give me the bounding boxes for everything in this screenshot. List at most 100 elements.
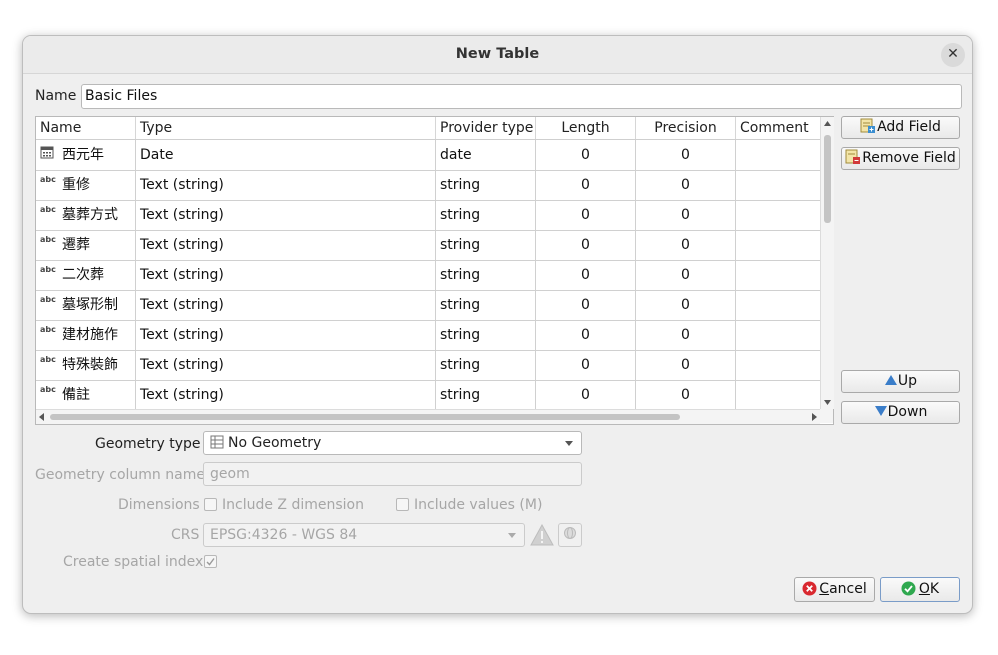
header-type[interactable]: Type [136, 117, 436, 139]
svg-text:abc: abc [40, 175, 56, 184]
cell-precision[interactable]: 0 [636, 200, 736, 230]
cell-comment[interactable] [736, 200, 820, 230]
globe-icon [564, 527, 576, 539]
cell-name[interactable]: abc 墓塚形制 [36, 290, 136, 320]
cell-provider-type[interactable]: string [436, 290, 536, 320]
text-field-icon: abc [40, 230, 58, 260]
crs-select-button[interactable] [558, 523, 582, 547]
cell-comment[interactable] [736, 320, 820, 350]
table-row[interactable]: abc 重修 Text (string) string 0 0 [36, 170, 820, 201]
cell-precision[interactable]: 0 [636, 230, 736, 260]
cell-length[interactable]: 0 [536, 350, 636, 380]
geometry-column-label: Geometry column name [35, 467, 205, 483]
close-button[interactable]: ✕ [941, 43, 965, 67]
arrow-down-icon [874, 406, 887, 416]
move-down-button[interactable]: Down [841, 401, 960, 424]
table-row[interactable]: abc 二次葬 Text (string) string 0 0 [36, 260, 820, 291]
svg-text:abc: abc [40, 265, 56, 274]
cell-name[interactable]: abc 二次葬 [36, 260, 136, 290]
cell-comment[interactable] [736, 230, 820, 260]
cell-type[interactable]: Text (string) [136, 290, 436, 320]
table-row[interactable]: abc 墓葬方式 Text (string) string 0 0 [36, 200, 820, 231]
cell-name[interactable]: 西元年 [36, 140, 136, 170]
header-length[interactable]: Length [536, 117, 636, 139]
crs-combo[interactable]: EPSG:4326 - WGS 84 [203, 523, 525, 547]
cell-length[interactable]: 0 [536, 320, 636, 350]
cell-comment[interactable] [736, 140, 820, 170]
cell-provider-type[interactable]: string [436, 230, 536, 260]
cell-name[interactable]: abc 墓葬方式 [36, 200, 136, 230]
cell-length[interactable]: 0 [536, 380, 636, 410]
cell-precision[interactable]: 0 [636, 320, 736, 350]
cell-type[interactable]: Text (string) [136, 200, 436, 230]
down-label: Down [887, 404, 928, 420]
table-row[interactable]: abc 遷葬 Text (string) string 0 0 [36, 230, 820, 261]
cell-precision[interactable]: 0 [636, 290, 736, 320]
cell-comment[interactable] [736, 350, 820, 380]
svg-text:abc: abc [40, 205, 56, 214]
arrow-up-icon [884, 375, 897, 385]
cell-precision[interactable]: 0 [636, 260, 736, 290]
cell-comment[interactable] [736, 260, 820, 290]
cell-name[interactable]: abc 遷葬 [36, 230, 136, 260]
spatial-index-checkbox[interactable] [204, 555, 217, 568]
header-precision[interactable]: Precision [636, 117, 736, 139]
cell-provider-type[interactable]: string [436, 200, 536, 230]
cell-type[interactable]: Text (string) [136, 230, 436, 260]
cell-type[interactable]: Text (string) [136, 350, 436, 380]
table-row[interactable]: abc 特殊裝飾 Text (string) string 0 0 [36, 350, 820, 381]
cell-type[interactable]: Date [136, 140, 436, 170]
cell-name[interactable]: abc 特殊裝飾 [36, 350, 136, 380]
cell-name[interactable]: abc 重修 [36, 170, 136, 200]
cell-provider-type[interactable]: string [436, 350, 536, 380]
cell-length[interactable]: 0 [536, 140, 636, 170]
cell-type[interactable]: Text (string) [136, 170, 436, 200]
table-row[interactable]: abc 墓塚形制 Text (string) string 0 0 [36, 290, 820, 321]
cell-provider-type[interactable]: string [436, 260, 536, 290]
cell-provider-type[interactable]: string [436, 170, 536, 200]
table-row[interactable]: 西元年 Date date 0 0 [36, 140, 820, 171]
header-provider-type[interactable]: Provider type [436, 117, 536, 139]
include-z-checkbox[interactable] [204, 498, 217, 511]
cell-provider-type[interactable]: string [436, 320, 536, 350]
table-row[interactable]: abc 備註 Text (string) string 0 0 [36, 380, 820, 411]
cell-comment[interactable] [736, 290, 820, 320]
cell-name[interactable]: abc 建材施作 [36, 320, 136, 350]
svg-text:abc: abc [40, 295, 56, 304]
cell-precision[interactable]: 0 [636, 380, 736, 410]
vertical-scrollbar[interactable] [820, 117, 834, 409]
table-row[interactable]: abc 建材施作 Text (string) string 0 0 [36, 320, 820, 351]
cell-length[interactable]: 0 [536, 290, 636, 320]
include-m-checkbox[interactable] [396, 498, 409, 511]
cell-length[interactable]: 0 [536, 200, 636, 230]
cell-length[interactable]: 0 [536, 260, 636, 290]
cell-type[interactable]: Text (string) [136, 260, 436, 290]
field-name-text: 二次葬 [62, 267, 104, 283]
horizontal-scrollbar[interactable] [36, 409, 820, 424]
header-name[interactable]: Name [36, 117, 136, 139]
remove-field-icon [845, 149, 861, 164]
cell-precision[interactable]: 0 [636, 140, 736, 170]
cell-provider-type[interactable]: string [436, 380, 536, 410]
crs-label: CRS [171, 527, 200, 543]
cell-type[interactable]: Text (string) [136, 380, 436, 410]
ok-button[interactable]: OK [880, 577, 960, 602]
cell-type[interactable]: Text (string) [136, 320, 436, 350]
cell-provider-type[interactable]: date [436, 140, 536, 170]
spatial-index-label: Create spatial index [63, 554, 204, 570]
cell-precision[interactable]: 0 [636, 170, 736, 200]
add-field-button[interactable]: Add Field [841, 116, 960, 139]
cancel-button[interactable]: Cancel [794, 577, 875, 602]
header-comment[interactable]: Comment [736, 117, 820, 139]
cell-comment[interactable] [736, 380, 820, 410]
cell-name[interactable]: abc 備註 [36, 380, 136, 410]
geometry-type-combo[interactable]: No Geometry [203, 431, 582, 455]
table-name-input[interactable]: Basic Files [81, 84, 962, 109]
cell-comment[interactable] [736, 170, 820, 200]
move-up-button[interactable]: Up [841, 370, 960, 393]
geometry-column-input[interactable]: geom [203, 462, 582, 486]
cell-length[interactable]: 0 [536, 170, 636, 200]
remove-field-button[interactable]: Remove Field [841, 147, 960, 170]
cell-precision[interactable]: 0 [636, 350, 736, 380]
cell-length[interactable]: 0 [536, 230, 636, 260]
